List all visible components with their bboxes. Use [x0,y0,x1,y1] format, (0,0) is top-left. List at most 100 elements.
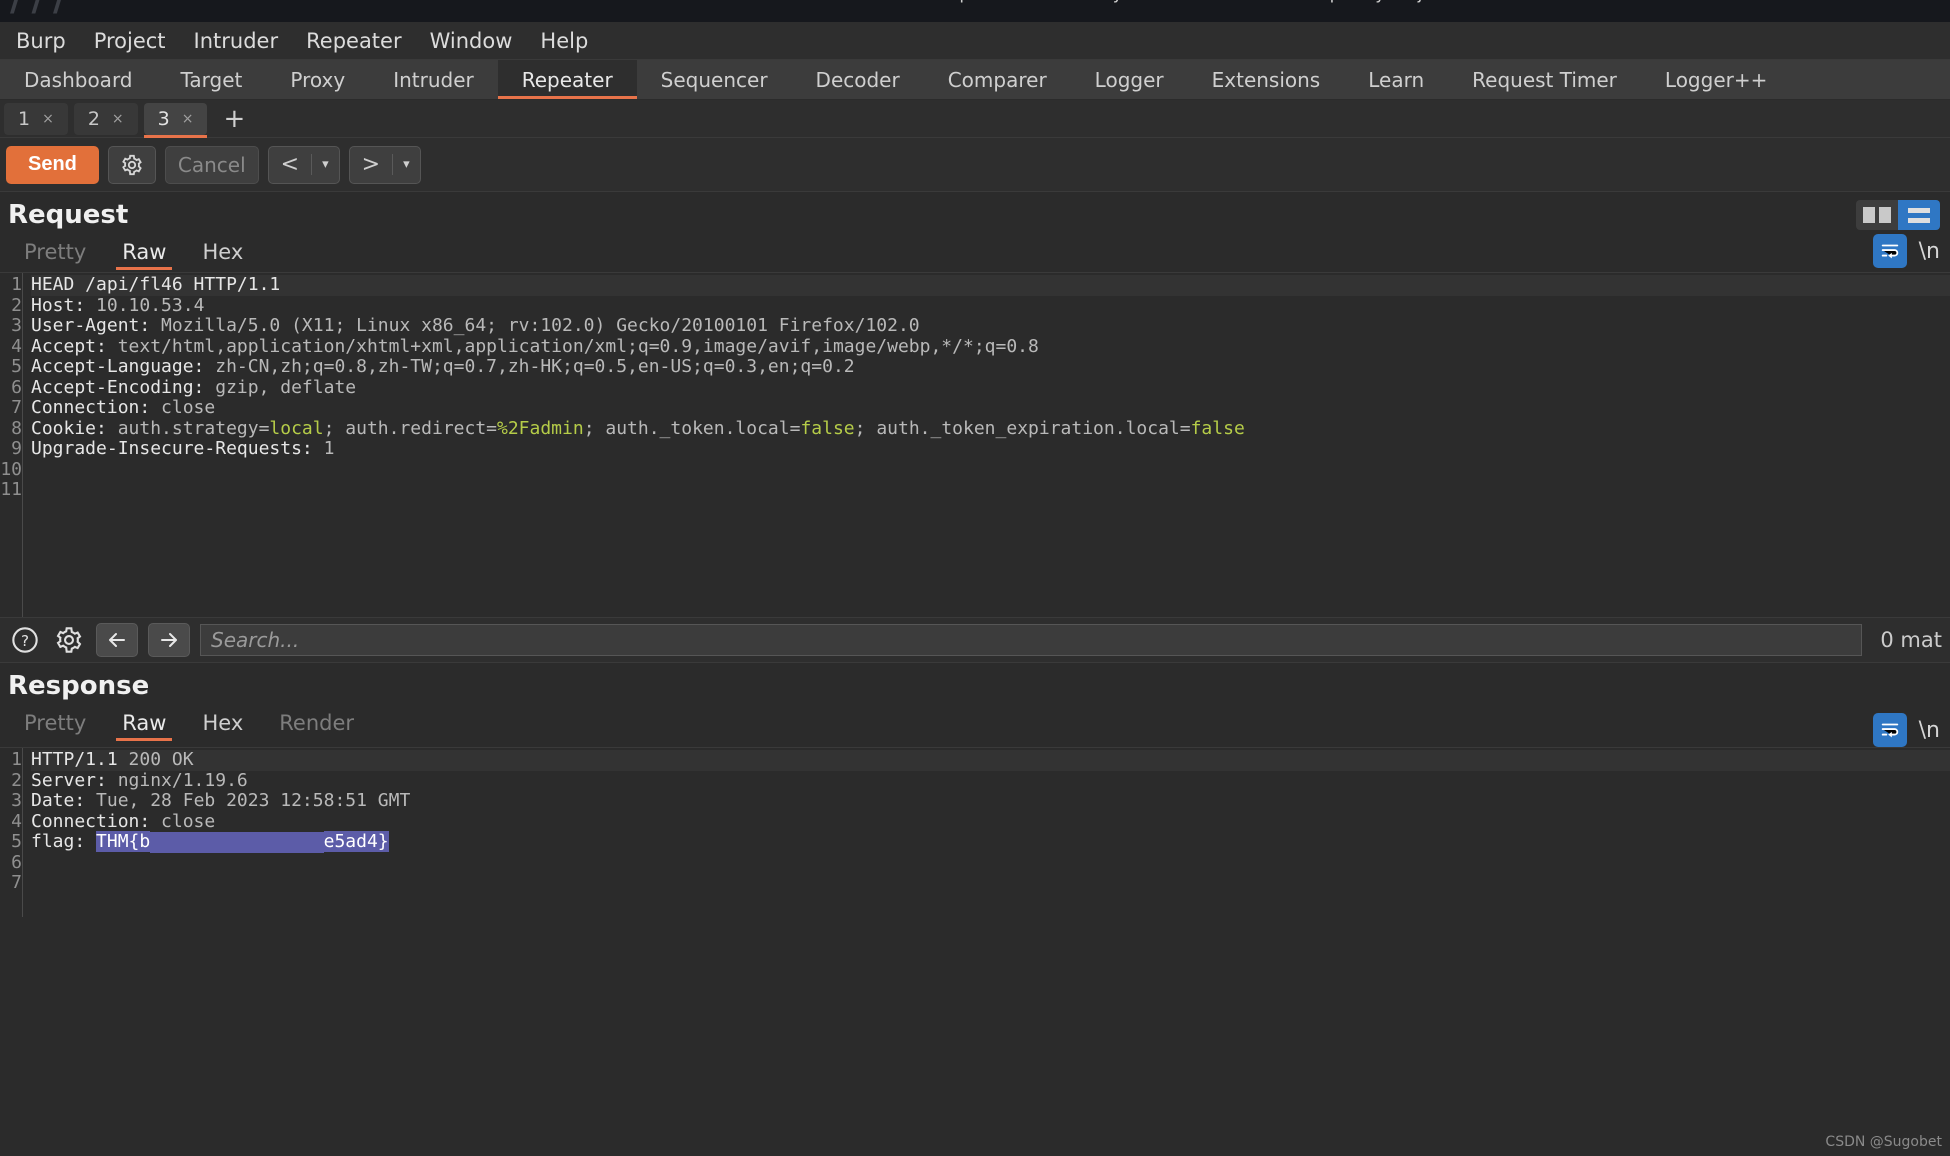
code-line: Cookie: auth.strategy=local; auth.redire… [31,417,1950,440]
request-tab-tools: \n [1872,234,1940,268]
response-tab-render[interactable]: Render [263,707,370,743]
line-number: 1 [11,274,22,295]
tab-logger-plus-plus[interactable]: Logger++ [1641,60,1791,99]
request-code-area[interactable]: HEAD /api/fl46 HTTP/1.1 Host: 10.10.53.4 U… [22,273,1950,617]
code-line: Host: 10.10.53.4 [31,294,1950,317]
chevron-right-icon[interactable]: > [350,147,392,183]
menu-item-help[interactable]: Help [526,27,602,55]
code-token: ; auth._token.local= [583,417,801,439]
code-token: auth.strategy= [117,417,270,439]
code-token: Cookie: [31,417,118,439]
tab-proxy[interactable]: Proxy [266,60,369,99]
arrow-left-icon[interactable] [96,623,138,657]
tab-repeater[interactable]: Repeater [497,60,637,99]
split-view-block [1879,207,1891,223]
menu-item-project[interactable]: Project [80,27,180,55]
request-tab-pretty[interactable]: Pretty [8,236,102,272]
newline-indicator[interactable]: \n [1919,718,1940,743]
cancel-button[interactable]: Cancel [164,145,259,184]
code-token: Host: [31,294,97,316]
code-token: local [269,417,324,439]
gear-icon[interactable] [52,623,86,657]
response-tab-tools: \n [1872,713,1940,747]
gear-icon [122,154,142,175]
split-view-icon[interactable] [1856,200,1898,230]
word-wrap-icon[interactable] [1872,713,1907,747]
response-tab-hex[interactable]: Hex [186,707,259,743]
tab-decoder[interactable]: Decoder [792,60,924,99]
request-search-bar: ? 0 mat [0,617,1950,663]
line-number: 10 [0,458,22,480]
menu-item-burp[interactable]: Burp [2,27,80,55]
menu-item-repeater[interactable]: Repeater [292,27,415,55]
response-code-area[interactable]: HTTP/1.1 200 OK Server: nginx/1.19.6 Date:… [22,748,1950,917]
tab-request-timer[interactable]: Request Timer [1448,60,1641,99]
request-tab-raw[interactable]: Raw [106,236,182,272]
code-token: 1 [323,438,335,459]
code-token: false [800,417,855,439]
cancel-label: Cancel [177,152,246,177]
send-toolbar: Send Cancel < ▾ > ▾ [0,138,1950,192]
help-circle-icon[interactable]: ? [8,623,42,657]
close-icon[interactable]: × [112,111,124,127]
tab-comparer[interactable]: Comparer [924,60,1071,99]
code-token: ; auth.redirect= [323,417,497,439]
tab-target[interactable]: Target [157,60,267,99]
response-panel-header: Response Pretty Raw Hex Render \n [0,663,1950,747]
line-number: 6 [11,376,22,398]
close-icon[interactable]: × [42,111,54,127]
response-tab-raw[interactable]: Raw [106,707,182,743]
repeater-tab-1[interactable]: 1 × [4,102,68,135]
match-count-label: 0 mat [1880,628,1942,652]
line-number: 3 [11,315,22,336]
svg-text:?: ? [21,632,29,650]
chevron-down-icon[interactable]: ▾ [393,147,420,183]
response-tab-pretty[interactable]: Pretty [8,707,102,743]
code-token: HEAD /api/fl46 HTTP/1.1 [31,274,281,295]
arrow-right-icon[interactable] [148,623,190,657]
close-icon[interactable]: × [182,111,194,127]
line-number: 5 [11,356,22,377]
tab-dashboard[interactable]: Dashboard [0,60,157,99]
tab-logger[interactable]: Logger [1071,60,1188,99]
tab-sequencer[interactable]: Sequencer [637,60,792,99]
code-line: User-Agent: Mozilla/5.0 (X11; Linux x86_… [31,315,1950,337]
repeater-tab-2[interactable]: 2 × [73,102,138,135]
tab-extensions[interactable]: Extensions [1188,60,1345,99]
code-token: flag: [31,831,97,852]
request-tab-bar: Pretty Raw Hex [6,236,259,272]
menu-item-window[interactable]: Window [416,27,527,55]
code-token: 200 OK [117,749,194,770]
menu-item-intruder[interactable]: Intruder [180,27,293,55]
code-token: Server: [31,769,118,791]
request-editor[interactable]: 1 2 3 4 5 6 7 8 9 10 11 HEAD /api/fl46 H… [0,272,1950,617]
send-button[interactable]: Send [6,145,99,184]
back-button[interactable]: < ▾ [267,145,340,184]
word-wrap-icon[interactable] [1872,234,1907,268]
response-title: Response [8,671,150,701]
request-title: Request [8,200,129,230]
request-panel-header: Request Pretty Raw Hex \n [0,192,1950,272]
chevron-left-icon[interactable]: < [269,147,311,183]
tab-intruder[interactable]: Intruder [369,60,498,99]
stacked-view-bar [1908,217,1930,223]
repeater-tab-3[interactable]: 3 × [143,102,208,138]
redacted-text: ████████████████ [150,832,324,853]
repeater-tab-label: 1 [18,107,31,130]
chevron-down-icon[interactable]: ▾ [312,147,339,183]
split-view-block [1863,207,1875,223]
response-editor[interactable]: 1 2 3 4 5 6 7 HTTP/1.1 200 OK Server: ngi… [0,747,1950,917]
line-number: 9 [11,438,22,459]
search-input[interactable] [200,624,1863,656]
stacked-view-icon[interactable] [1898,200,1940,230]
newline-indicator[interactable]: \n [1919,239,1940,264]
view-layout-toggle [1856,200,1940,230]
add-tab-button[interactable]: + [213,106,255,132]
line-number: 7 [11,397,22,418]
request-tab-hex[interactable]: Hex [186,236,259,272]
forward-button[interactable]: > ▾ [348,145,421,184]
tab-learn[interactable]: Learn [1344,60,1448,99]
send-options-button[interactable] [107,145,156,184]
